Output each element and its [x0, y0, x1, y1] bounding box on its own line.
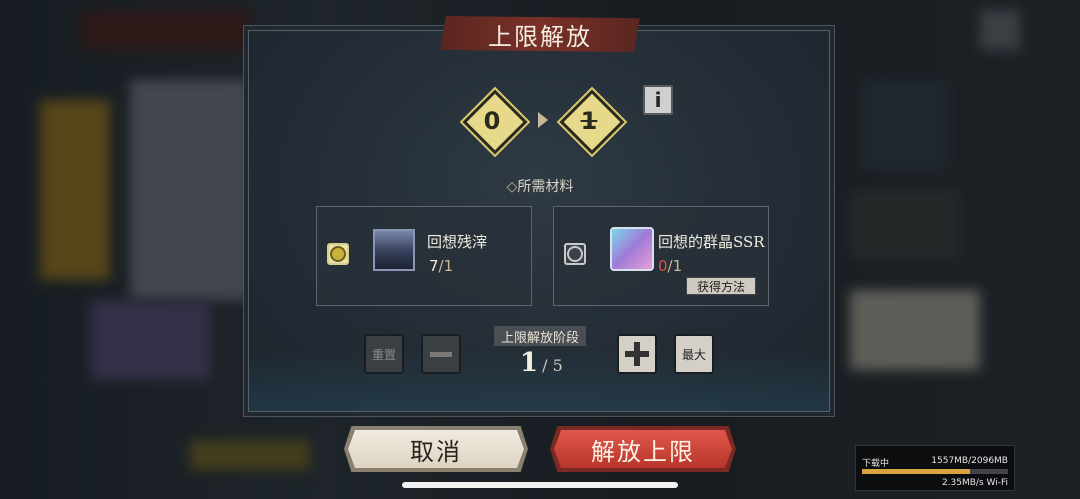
level-from: 0 [483, 107, 501, 135]
material-thumb-crystal-ssr [610, 227, 654, 271]
material-thumb-memory-fragment [373, 229, 415, 271]
obtain-method-button[interactable]: 获得方法 [686, 277, 756, 295]
max-button[interactable]: 最大 [674, 334, 714, 374]
info-icon: i [654, 88, 662, 112]
checkbox-dot-icon [567, 246, 583, 262]
diamond-bullet-icon: ◇ [506, 179, 518, 195]
material-card-1[interactable]: 回想残滓 7/1 [316, 206, 532, 306]
material-name-2: 回想的群晶SSR [658, 233, 765, 251]
reset-button[interactable]: 重置 [364, 334, 404, 374]
download-status-widget: 下载中 1557MB/2096MB 2.35MB/s Wi-Fi [855, 445, 1015, 491]
material-count-2: 0/1 [658, 257, 683, 275]
confirm-limit-break-button[interactable]: 解放上限 [550, 426, 736, 472]
material-count-1: 7/1 [429, 257, 454, 275]
download-speed: 2.35MB/s Wi-Fi [941, 478, 1008, 488]
stage-value: 1/ 5 [520, 348, 563, 378]
materials-label: ◇所需材料 [506, 179, 574, 195]
home-indicator[interactable] [402, 482, 678, 488]
material-name-1: 回想残滓 [427, 233, 488, 251]
material-card-2[interactable]: 回想的群晶SSR 0/1 获得方法 [553, 206, 769, 306]
level-to: 1 [580, 107, 598, 135]
material-checkbox-1[interactable] [327, 243, 349, 265]
increment-button[interactable] [617, 334, 657, 374]
cancel-label: 取消 [410, 437, 462, 466]
plus-icon [625, 342, 649, 366]
stage-label: 上限解放阶段 [494, 326, 586, 346]
minus-icon [430, 351, 452, 357]
material-checkbox-2[interactable] [564, 243, 586, 265]
stage-current: 1 [520, 348, 539, 378]
decrement-button[interactable] [421, 334, 461, 374]
download-progress-bar [862, 469, 1008, 474]
checkbox-dot-icon [330, 246, 346, 262]
info-button[interactable]: i [643, 85, 673, 115]
cancel-button[interactable]: 取消 [344, 426, 528, 472]
download-progress-text: 1557MB/2096MB [931, 456, 1008, 466]
arrow-right-icon [538, 112, 548, 128]
dialog-title: 上限解放 [440, 16, 640, 52]
download-status: 下载中 [862, 459, 890, 469]
confirm-label: 解放上限 [591, 437, 695, 466]
stage-max: / 5 [542, 356, 563, 375]
